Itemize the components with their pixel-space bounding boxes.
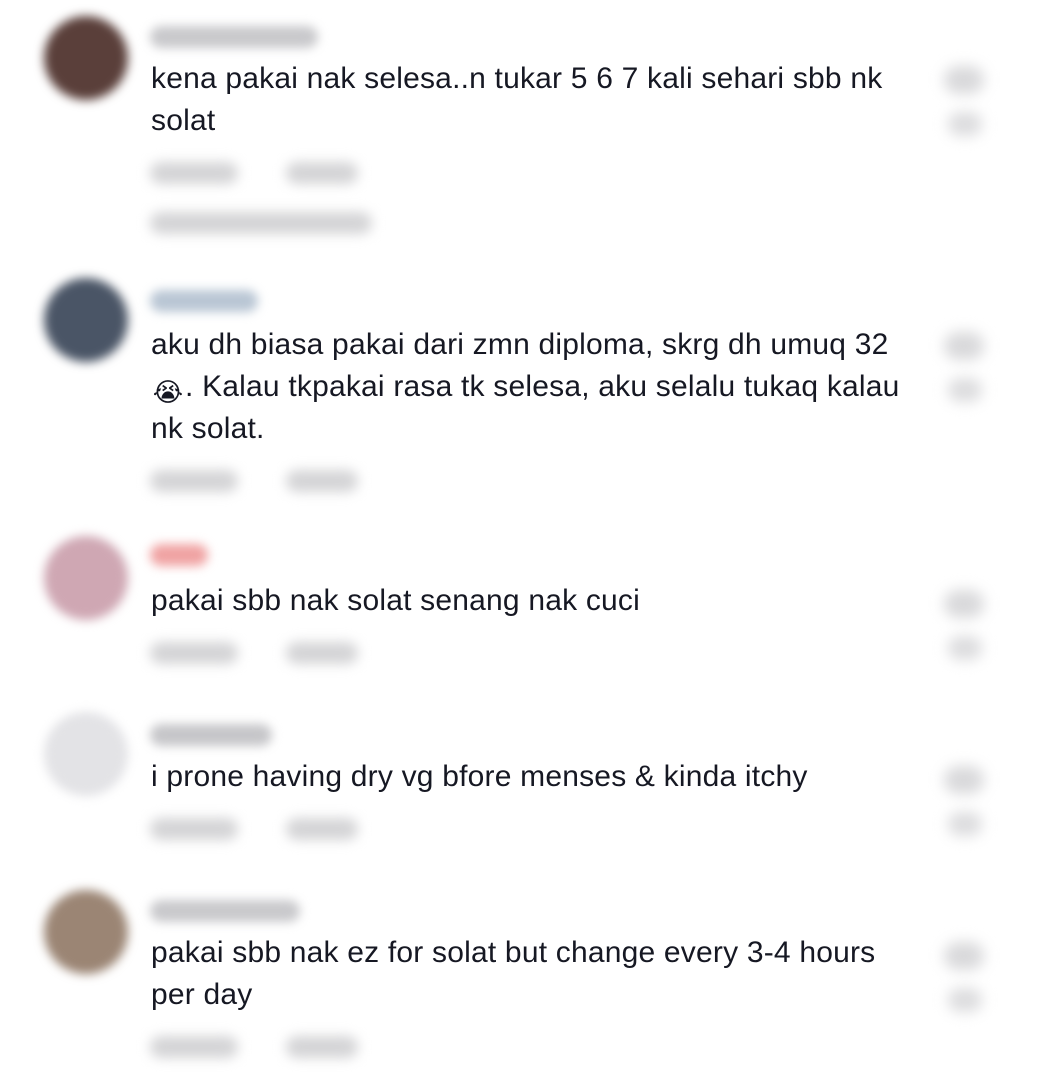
username-blurred[interactable] bbox=[150, 724, 272, 746]
comment-text: pakai sbb nak solat senang nak cuci bbox=[151, 584, 640, 617]
avatar[interactable] bbox=[44, 712, 128, 796]
timestamp-blurred bbox=[150, 162, 238, 184]
heart-icon[interactable] bbox=[944, 942, 984, 970]
reply-button-blurred[interactable] bbox=[286, 642, 358, 664]
comment-text: pakai sbb nak ez for solat but change ev… bbox=[151, 936, 876, 1011]
reply-button-blurred[interactable] bbox=[286, 470, 358, 492]
crying-face-emoji: 😭 bbox=[152, 377, 184, 407]
reply-button-blurred[interactable] bbox=[286, 818, 358, 840]
heart-icon[interactable] bbox=[944, 332, 984, 360]
comment-text: i prone having dry vg bfore menses & kin… bbox=[151, 760, 808, 793]
username-blurred[interactable] bbox=[150, 900, 300, 922]
like-count-blurred bbox=[948, 378, 982, 402]
timestamp-blurred bbox=[150, 470, 238, 492]
reply-button-blurred[interactable] bbox=[286, 162, 358, 184]
comment-text: aku dh biasa pakai dari zmn diploma, skr… bbox=[151, 324, 921, 450]
like-count-blurred bbox=[948, 988, 982, 1012]
username-blurred[interactable] bbox=[150, 290, 258, 312]
timestamp-blurred bbox=[150, 818, 238, 840]
like-count-blurred bbox=[948, 636, 982, 660]
username-blurred[interactable] bbox=[150, 544, 208, 566]
avatar[interactable] bbox=[44, 890, 128, 974]
avatar[interactable] bbox=[44, 536, 128, 620]
like-count-blurred bbox=[948, 812, 982, 836]
comment-text: kena pakai nak selesa..n tukar 5 6 7 kal… bbox=[151, 62, 883, 137]
heart-icon[interactable] bbox=[944, 66, 984, 94]
view-replies-blurred[interactable] bbox=[150, 212, 372, 234]
heart-icon[interactable] bbox=[944, 766, 984, 794]
like-count-blurred bbox=[948, 112, 982, 136]
reply-button-blurred[interactable] bbox=[286, 1036, 358, 1058]
timestamp-blurred bbox=[150, 1036, 238, 1058]
timestamp-blurred bbox=[150, 642, 238, 664]
comment-text-part: . Kalau tkpakai rasa tk selesa, aku sela… bbox=[151, 370, 900, 445]
avatar[interactable] bbox=[44, 278, 128, 362]
username-blurred[interactable] bbox=[150, 26, 318, 48]
avatar[interactable] bbox=[44, 16, 128, 100]
comment-text-part: aku dh biasa pakai dari zmn diploma, skr… bbox=[151, 328, 889, 361]
heart-icon[interactable] bbox=[944, 590, 984, 618]
